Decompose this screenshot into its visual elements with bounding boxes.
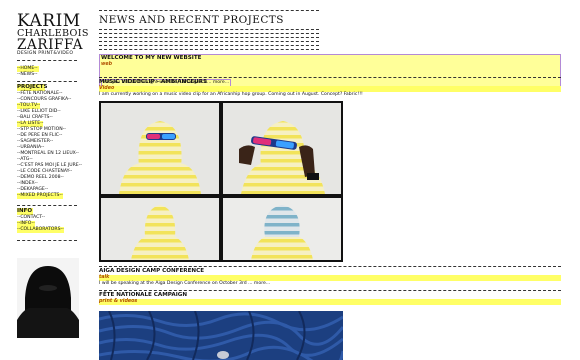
videoclip-photos bbox=[101, 103, 341, 260]
sidebar-divider bbox=[17, 60, 77, 61]
post-title[interactable]: MUSIC VIDEOCLIP - AMBIANCEURS bbox=[99, 79, 561, 86]
post-title[interactable]: FÊTE NATIONALE CAMPAIGN bbox=[99, 292, 561, 299]
page-title: NEWS AND RECENT PROJECTS bbox=[99, 14, 284, 26]
post-fete-nationale: FÊTE NATIONALE CAMPAIGN print & videos bbox=[99, 292, 561, 305]
sidebar-item-info-2[interactable]: --COLLABORATORS-- bbox=[17, 227, 64, 233]
logo-line-1: KARIM bbox=[17, 11, 81, 31]
fete-nationale-image[interactable] bbox=[99, 311, 343, 360]
title-rule bbox=[99, 41, 319, 42]
logo[interactable]: KARIM CHARLEBOIS ZARIFFA DESIGN PRINT&VI… bbox=[17, 11, 88, 57]
portrait-image bbox=[17, 258, 79, 338]
title-rule bbox=[99, 49, 319, 50]
post-tag[interactable]: web bbox=[100, 62, 560, 68]
logo-line-3: ZARIFFA bbox=[17, 37, 84, 53]
main-column: NEWS AND RECENT PROJECTS WELCOME TO MY N… bbox=[99, 0, 561, 360]
post-title[interactable]: AIGA DESIGN CAMP CONFERENCE bbox=[99, 268, 561, 275]
info-section: INFO --CONTACT-- --INFO-- --COLLABORATORS-… bbox=[17, 208, 77, 233]
title-rule bbox=[99, 45, 319, 46]
post-separator bbox=[99, 77, 561, 78]
title-rule bbox=[99, 10, 319, 11]
title-rule bbox=[99, 29, 319, 30]
info-heading: INFO bbox=[17, 208, 33, 215]
post-text: I am currently working on a music video … bbox=[99, 92, 363, 97]
post-title[interactable]: WELCOME TO MY NEW WEBSITE bbox=[100, 55, 560, 62]
projects-list: --FÊTE NATIONALE-- --CONCOURS GRAFIKA-- --… bbox=[17, 91, 82, 199]
sidebar-divider bbox=[17, 240, 77, 241]
nav-news[interactable]: --NEWS-- bbox=[17, 72, 77, 78]
projects-section: PROJECTS --FÊTE NATIONALE-- --CONCOURS GR… bbox=[17, 84, 82, 199]
post-aiga: AIGA DESIGN CAMP CONFERENCE talk I will … bbox=[99, 268, 561, 287]
title-rule bbox=[99, 37, 319, 38]
info-list: --CONTACT-- --INFO-- --COLLABORATORS-- bbox=[17, 215, 77, 233]
post-separator bbox=[99, 290, 561, 291]
fete-nationale-artwork bbox=[99, 311, 343, 360]
projects-heading: PROJECTS bbox=[17, 84, 48, 91]
videoclip-photo-grid[interactable] bbox=[99, 101, 343, 262]
post-separator bbox=[99, 266, 561, 267]
sidebar-divider bbox=[17, 205, 77, 206]
sidebar-item-project-17[interactable]: --MIXED PROJECTS-- bbox=[17, 193, 63, 199]
post-tag[interactable]: print & videos bbox=[99, 299, 561, 305]
post-music-videoclip: MUSIC VIDEOCLIP - AMBIANCEURS Video I am… bbox=[99, 79, 561, 98]
logo-tagline: DESIGN PRINT&VIDEO bbox=[17, 51, 74, 56]
sidebar-divider bbox=[17, 81, 77, 82]
title-rule bbox=[99, 33, 319, 34]
sidebar: KARIM CHARLEBOIS ZARIFFA DESIGN PRINT&VI… bbox=[17, 11, 88, 354]
post-text: I will be speaking at the Aiga Design Co… bbox=[99, 281, 271, 286]
nav-top: --HOME-- --NEWS-- bbox=[17, 66, 77, 78]
